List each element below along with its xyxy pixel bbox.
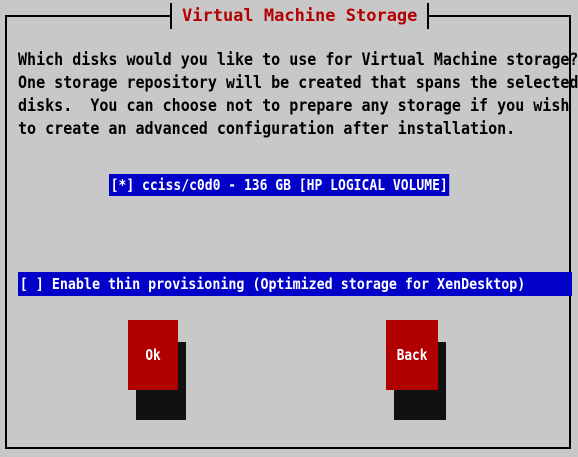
disk-item-cciss-c0d0[interactable]: [*] cciss/c0d0 - 136 GB [HP LOGICAL VOLU… (109, 174, 450, 196)
title-right-divider (427, 3, 430, 29)
back-button-label: Back (396, 346, 428, 364)
ok-button-label: Ok (145, 346, 161, 364)
thin-provisioning-checkbox[interactable]: [ ] Enable thin provisioning (Optimized … (18, 272, 572, 296)
dialog-message: Which disks would you like to use for Vi… (18, 50, 578, 138)
vm-storage-dialog: Virtual Machine Storage Which disks woul… (0, 0, 578, 457)
dialog-title: Virtual Machine Storage (182, 6, 418, 26)
thin-provisioning-label: [ ] Enable thin provisioning (Optimized … (19, 275, 526, 293)
disk-list: [*] cciss/c0d0 - 136 GB [HP LOGICAL VOLU… (109, 174, 514, 196)
ok-button[interactable]: Ok (128, 320, 178, 390)
dialog-title-bar: Virtual Machine Storage (170, 2, 430, 30)
back-button[interactable]: Back (386, 320, 438, 390)
